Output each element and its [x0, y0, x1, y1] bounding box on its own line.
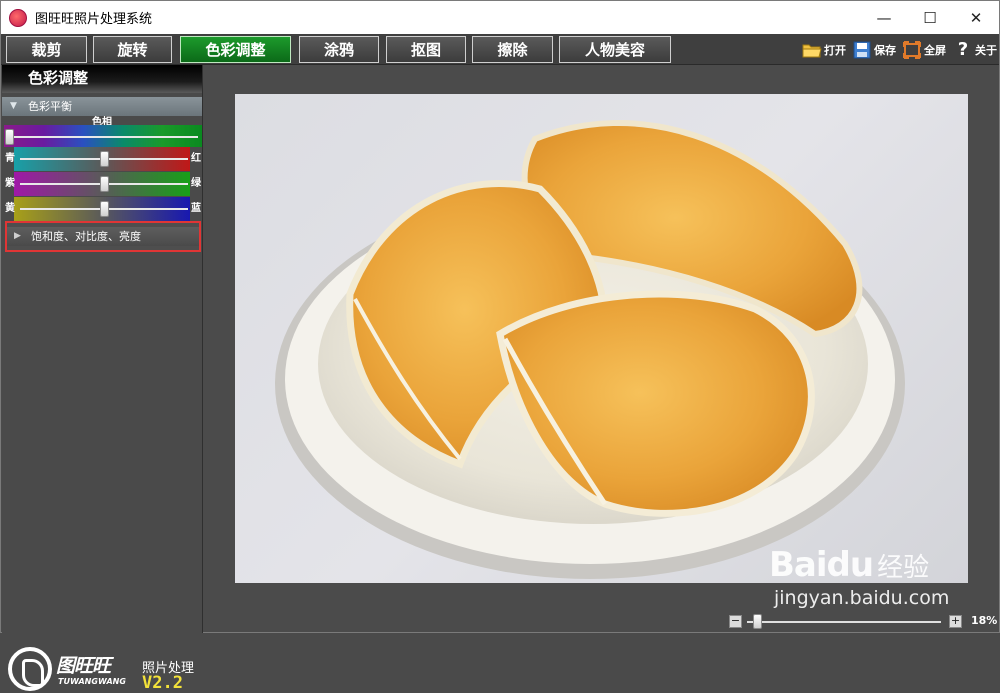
chevron-right-icon: ▶ — [14, 231, 21, 241]
tab-rotate[interactable]: 旋转 — [93, 36, 172, 63]
fullscreen-icon — [902, 40, 922, 60]
saturation-header-bar: ▶ 饱和度、对比度、亮度 — [7, 227, 199, 246]
zoom-slider-thumb[interactable] — [752, 614, 762, 629]
orange-bowl-image — [275, 120, 905, 579]
panel-title: 色彩调整 — [2, 65, 202, 93]
minimize-button[interactable]: — — [861, 1, 907, 34]
maximize-button[interactable]: ☐ — [907, 1, 953, 34]
magenta-green-slider[interactable]: 紫 绿 — [2, 172, 202, 196]
watermark-logo-2: du — [826, 545, 875, 585]
cyan-red-thumb[interactable] — [100, 151, 109, 167]
folder-icon — [802, 40, 822, 60]
baidu-watermark: Baidu 经验 jingyan.baidu.com — [769, 545, 949, 609]
main-toolbar: 裁剪 旋转 色彩调整 涂鸦 抠图 擦除 人物美容 打开 保存 全屏 ? 关于 — [1, 34, 999, 65]
logo-version: V2.2 — [142, 673, 183, 693]
saturation-section-header[interactable]: ▶ 饱和度、对比度、亮度 — [5, 221, 201, 252]
watermark-url: jingyan.baidu.com — [774, 587, 950, 609]
help-icon: ? — [957, 39, 969, 60]
status-bar: − + 18% — [204, 612, 999, 632]
about-button[interactable]: ? 关于 — [953, 37, 997, 62]
window-title: 图旺旺照片处理系统 — [35, 12, 153, 27]
window-controls: — ☐ ✕ — [861, 1, 999, 34]
logo-mark-icon — [8, 647, 52, 691]
magenta-label: 紫 — [5, 178, 15, 189]
blue-label: 蓝 — [191, 203, 201, 214]
saturation-label: 饱和度、对比度、亮度 — [31, 230, 141, 243]
app-logo: 图旺旺 TUWANGWANG 照片处理 V2.2 — [8, 585, 202, 693]
tab-erase[interactable]: 擦除 — [472, 36, 553, 63]
save-label: 保存 — [874, 43, 896, 57]
color-balance-label: 色彩平衡 — [28, 100, 72, 113]
hue-slider-thumb[interactable] — [5, 129, 14, 145]
zoom-in-button[interactable]: + — [949, 615, 962, 628]
zoom-track[interactable] — [747, 621, 941, 623]
about-label: 关于 — [975, 43, 997, 57]
logo-brand: 图旺旺 — [56, 655, 111, 677]
zoom-out-button[interactable]: − — [729, 615, 742, 628]
logo-sub: TUWANGWANG — [58, 677, 126, 686]
watermark-logo: Bai — [769, 545, 828, 585]
zoom-percent: 18% — [971, 614, 998, 627]
tab-beauty[interactable]: 人物美容 — [559, 36, 671, 63]
tab-doodle[interactable]: 涂鸦 — [299, 36, 379, 63]
app-icon — [9, 8, 27, 27]
open-button[interactable]: 打开 — [802, 37, 846, 62]
yellow-label: 黄 — [5, 203, 15, 214]
open-label: 打开 — [824, 43, 846, 57]
watermark-cn: 经验 — [877, 553, 930, 583]
photo-preview[interactable] — [235, 94, 968, 583]
yellow-blue-slider[interactable]: 黄 蓝 — [2, 197, 202, 221]
save-button[interactable]: 保存 — [852, 37, 896, 62]
fullscreen-button[interactable]: 全屏 — [902, 37, 946, 62]
hue-slider[interactable] — [2, 125, 202, 149]
title-bar: 图旺旺照片处理系统 — ☐ ✕ — [1, 1, 999, 34]
yellow-blue-thumb[interactable] — [100, 201, 109, 217]
tab-crop[interactable]: 裁剪 — [6, 36, 87, 63]
cyan-red-slider[interactable]: 青 红 — [2, 147, 202, 171]
tab-cutout[interactable]: 抠图 — [386, 36, 466, 63]
save-icon — [852, 40, 872, 60]
cyan-label: 青 — [5, 153, 15, 164]
magenta-green-thumb[interactable] — [100, 176, 109, 192]
close-button[interactable]: ✕ — [953, 1, 999, 34]
red-label: 红 — [191, 153, 201, 164]
image-canvas[interactable]: Baidu 经验 jingyan.baidu.com — [204, 65, 999, 613]
left-panel: 色彩调整 ▼ 色彩平衡 色相 青 红 紫 绿 黄 蓝 ▶ 饱和度、对比度、亮度 … — [2, 65, 203, 693]
hue-track — [8, 136, 198, 138]
tab-color-adjust[interactable]: 色彩调整 — [180, 36, 291, 63]
app-window: 图旺旺照片处理系统 — ☐ ✕ 裁剪 旋转 色彩调整 涂鸦 抠图 擦除 人物美容… — [0, 0, 1000, 693]
fullscreen-label: 全屏 — [924, 43, 946, 57]
green-label: 绿 — [191, 178, 201, 189]
